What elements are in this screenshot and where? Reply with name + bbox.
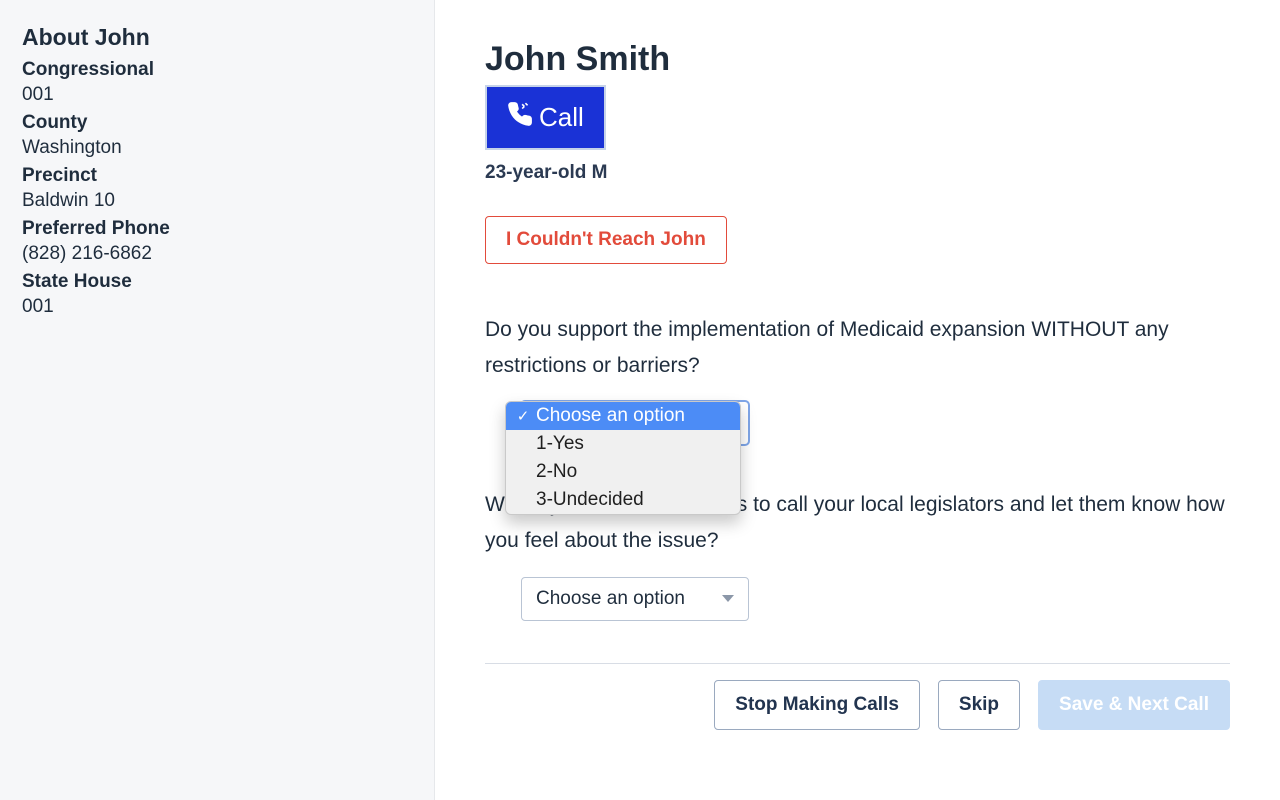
- dropdown-option-label: Choose an option: [536, 405, 685, 427]
- field-value: Baldwin 10: [22, 190, 412, 212]
- question-1-dropdown: ✓ Choose an option 1-Yes 2-No 3-Undecide…: [505, 401, 741, 515]
- skip-button[interactable]: Skip: [938, 680, 1020, 730]
- dropdown-option-undecided[interactable]: 3-Undecided: [506, 486, 740, 514]
- demographic-line: 23-year-old M: [485, 162, 1230, 184]
- dropdown-option-choose[interactable]: ✓ Choose an option: [506, 402, 740, 430]
- phone-icon: [507, 101, 533, 134]
- dropdown-option-label: 3-Undecided: [536, 489, 644, 511]
- question-2-select[interactable]: Choose an option: [521, 577, 749, 621]
- field-label: State House: [22, 271, 412, 293]
- field-congressional: Congressional 001: [22, 59, 412, 106]
- couldnt-reach-button[interactable]: I Couldn't Reach John: [485, 216, 727, 264]
- dropdown-option-no[interactable]: 2-No: [506, 458, 740, 486]
- field-value: Washington: [22, 137, 412, 159]
- question-1-text: Do you support the implementation of Med…: [485, 312, 1230, 383]
- check-icon: ✓: [514, 407, 532, 425]
- question-2-select-value: Choose an option: [536, 588, 685, 610]
- call-button[interactable]: Call: [485, 85, 606, 150]
- dropdown-option-label: 2-No: [536, 461, 577, 483]
- dropdown-option-label: 1-Yes: [536, 433, 584, 455]
- field-county: County Washington: [22, 112, 412, 159]
- footer-divider: [485, 663, 1230, 664]
- sidebar-title: About John: [22, 24, 412, 51]
- person-name: John Smith: [485, 40, 1230, 79]
- footer-buttons: Stop Making Calls Skip Save & Next Call: [485, 680, 1230, 730]
- question-2-select-wrap: Choose an option: [521, 577, 1230, 621]
- field-value: 001: [22, 296, 412, 318]
- field-preferred-phone: Preferred Phone (828) 216-6862: [22, 218, 412, 265]
- question-1-select-wrap: Choose an option ✓ Choose an option 1-Ye…: [521, 401, 1230, 445]
- field-label: Congressional: [22, 59, 412, 81]
- field-label: County: [22, 112, 412, 134]
- field-value: (828) 216-6862: [22, 243, 412, 265]
- save-next-call-button[interactable]: Save & Next Call: [1038, 680, 1230, 730]
- field-label: Precinct: [22, 165, 412, 187]
- chevron-down-icon: [722, 595, 734, 602]
- field-precinct: Precinct Baldwin 10: [22, 165, 412, 212]
- field-state-house: State House 001: [22, 271, 412, 318]
- call-button-label: Call: [539, 102, 584, 133]
- sidebar: About John Congressional 001 County Wash…: [0, 0, 435, 800]
- stop-making-calls-button[interactable]: Stop Making Calls: [714, 680, 920, 730]
- field-label: Preferred Phone: [22, 218, 412, 240]
- field-value: 001: [22, 84, 412, 106]
- main-panel: John Smith Call 23-year-old M I Couldn't…: [435, 0, 1280, 800]
- dropdown-option-yes[interactable]: 1-Yes: [506, 430, 740, 458]
